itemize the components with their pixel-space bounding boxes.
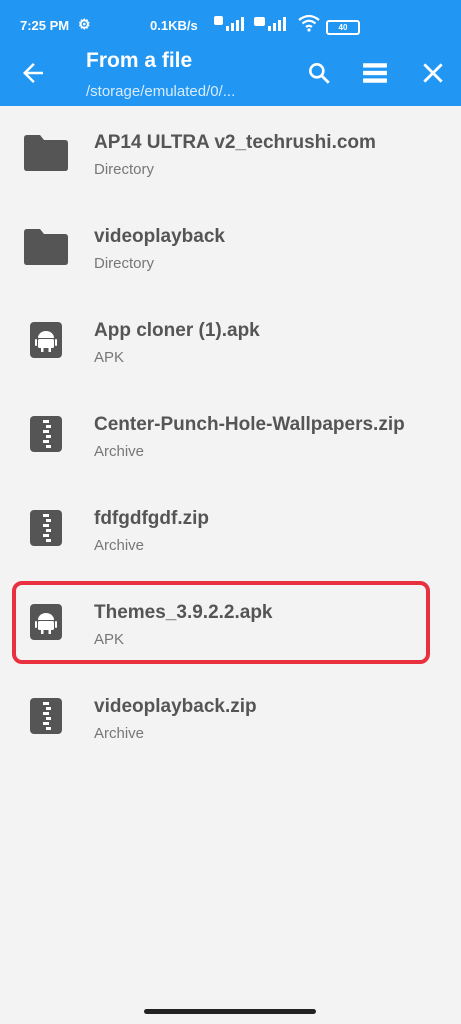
signal-icon [214,16,244,31]
file-type: Directory [94,161,155,178]
page-title: From a file [86,49,193,72]
battery-icon: 40 [326,20,360,35]
folder-icon [24,135,68,171]
file-item[interactable]: videoplayback.zip Archive [0,670,461,764]
archive-icon [30,698,62,734]
wifi-icon [298,14,320,32]
status-bar: 7:25 PM ⚙ 0.1KB/s 40 [0,0,461,40]
file-type: Archive [94,537,145,554]
list-view-icon[interactable] [362,60,388,86]
back-arrow-icon[interactable] [18,58,48,88]
highlight-box [12,581,430,664]
file-name: Center-Punch-Hole-Wallpapers.zip [94,414,405,435]
file-type: Directory [94,255,155,272]
file-item[interactable]: fdfgdfgdf.zip Archive [0,482,461,576]
file-name: videoplayback.zip [94,696,257,717]
network-speed: 0.1KB/s [150,18,198,33]
current-path: /storage/emulated/0/... [86,83,236,100]
file-type: APK [94,349,125,366]
file-list: AP14 ULTRA v2_techrushi.com Directory vi… [0,106,461,764]
home-indicator[interactable] [144,1009,316,1014]
file-type: Archive [94,725,145,742]
app-toolbar: From a file /storage/emulated/0/... [0,40,461,106]
signal-icon-2 [254,17,286,31]
gear-icon: ⚙ [78,16,91,32]
android-icon [30,322,62,358]
status-time: 7:25 PM [20,18,70,33]
file-name: videoplayback [94,226,225,247]
file-name: App cloner (1).apk [94,320,260,341]
battery-level: 40 [338,23,348,32]
folder-icon [24,229,68,265]
file-type: Archive [94,443,145,460]
file-item[interactable]: Center-Punch-Hole-Wallpapers.zip Archive [0,388,461,482]
close-icon[interactable] [420,60,446,86]
file-item[interactable]: AP14 ULTRA v2_techrushi.com Directory [0,106,461,200]
file-name: fdfgdfgdf.zip [94,508,210,529]
file-item[interactable]: App cloner (1).apk APK [0,294,461,388]
search-icon[interactable] [306,60,332,86]
archive-icon [30,510,62,546]
file-item[interactable]: videoplayback Directory [0,200,461,294]
archive-icon [30,416,62,452]
file-name: AP14 ULTRA v2_techrushi.com [94,132,376,153]
